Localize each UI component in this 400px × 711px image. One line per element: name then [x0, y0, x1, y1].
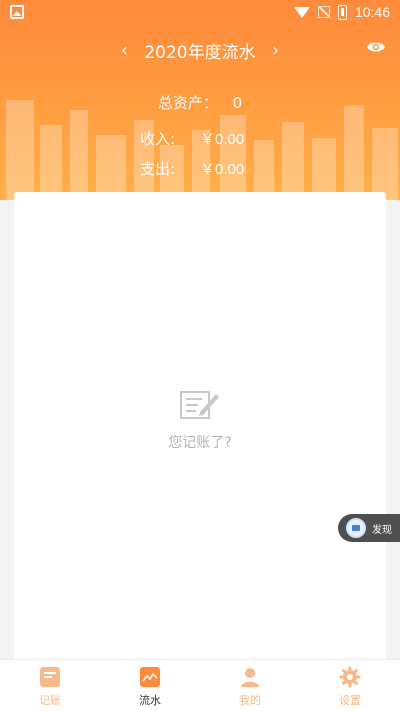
- bottom-tab-bar: 记账 流水 我的 设置: [0, 659, 400, 711]
- tab-label: 我的: [239, 694, 261, 707]
- edit-note-icon: [180, 391, 219, 419]
- income-value: ￥0.00: [200, 131, 245, 148]
- tab-label: 设置: [339, 694, 361, 707]
- discover-icon: [346, 518, 366, 538]
- expense-value: ￥0.00: [200, 161, 245, 178]
- tab-label: 记账: [39, 694, 61, 707]
- page-title: 2020年度流水: [144, 42, 256, 63]
- total-assets-value: 0: [232, 94, 243, 112]
- expense-row: 支出: ￥0.00: [0, 158, 400, 179]
- income-row: 收入: ￥0.00: [0, 128, 400, 149]
- wifi-icon: [293, 6, 310, 18]
- expense-label: 支出:: [140, 160, 176, 178]
- discover-label: 发现: [372, 524, 392, 536]
- notebook-icon: [40, 667, 60, 687]
- empty-state-text: 您记账了?: [168, 435, 232, 451]
- status-time: 10:46: [354, 4, 390, 20]
- discover-floating-button[interactable]: 发现: [338, 514, 400, 542]
- year-switcher: ‹ 2020年度流水 ›: [0, 36, 400, 64]
- status-bar: 10:46: [0, 0, 400, 24]
- total-assets: 总资产： 0: [0, 92, 400, 113]
- tab-settings[interactable]: 设置: [300, 660, 400, 711]
- tab-mine[interactable]: 我的: [200, 660, 300, 711]
- eye-icon[interactable]: [366, 40, 386, 54]
- tab-flow[interactable]: 流水: [100, 660, 200, 711]
- tab-bookkeeping[interactable]: 记账: [0, 660, 100, 711]
- battery-icon: [337, 4, 347, 20]
- tab-label: 流水: [139, 694, 161, 707]
- records-card: 您记账了?: [14, 192, 386, 660]
- image-icon: [10, 5, 24, 19]
- person-icon: [241, 668, 259, 687]
- total-assets-label: 总资产：: [157, 94, 218, 112]
- next-year-button[interactable]: ›: [262, 40, 290, 61]
- income-label: 收入:: [140, 130, 176, 148]
- chart-line-icon: [140, 667, 160, 687]
- prev-year-button[interactable]: ‹: [110, 40, 138, 61]
- gear-icon: [339, 666, 361, 688]
- no-signal-icon: [317, 6, 330, 18]
